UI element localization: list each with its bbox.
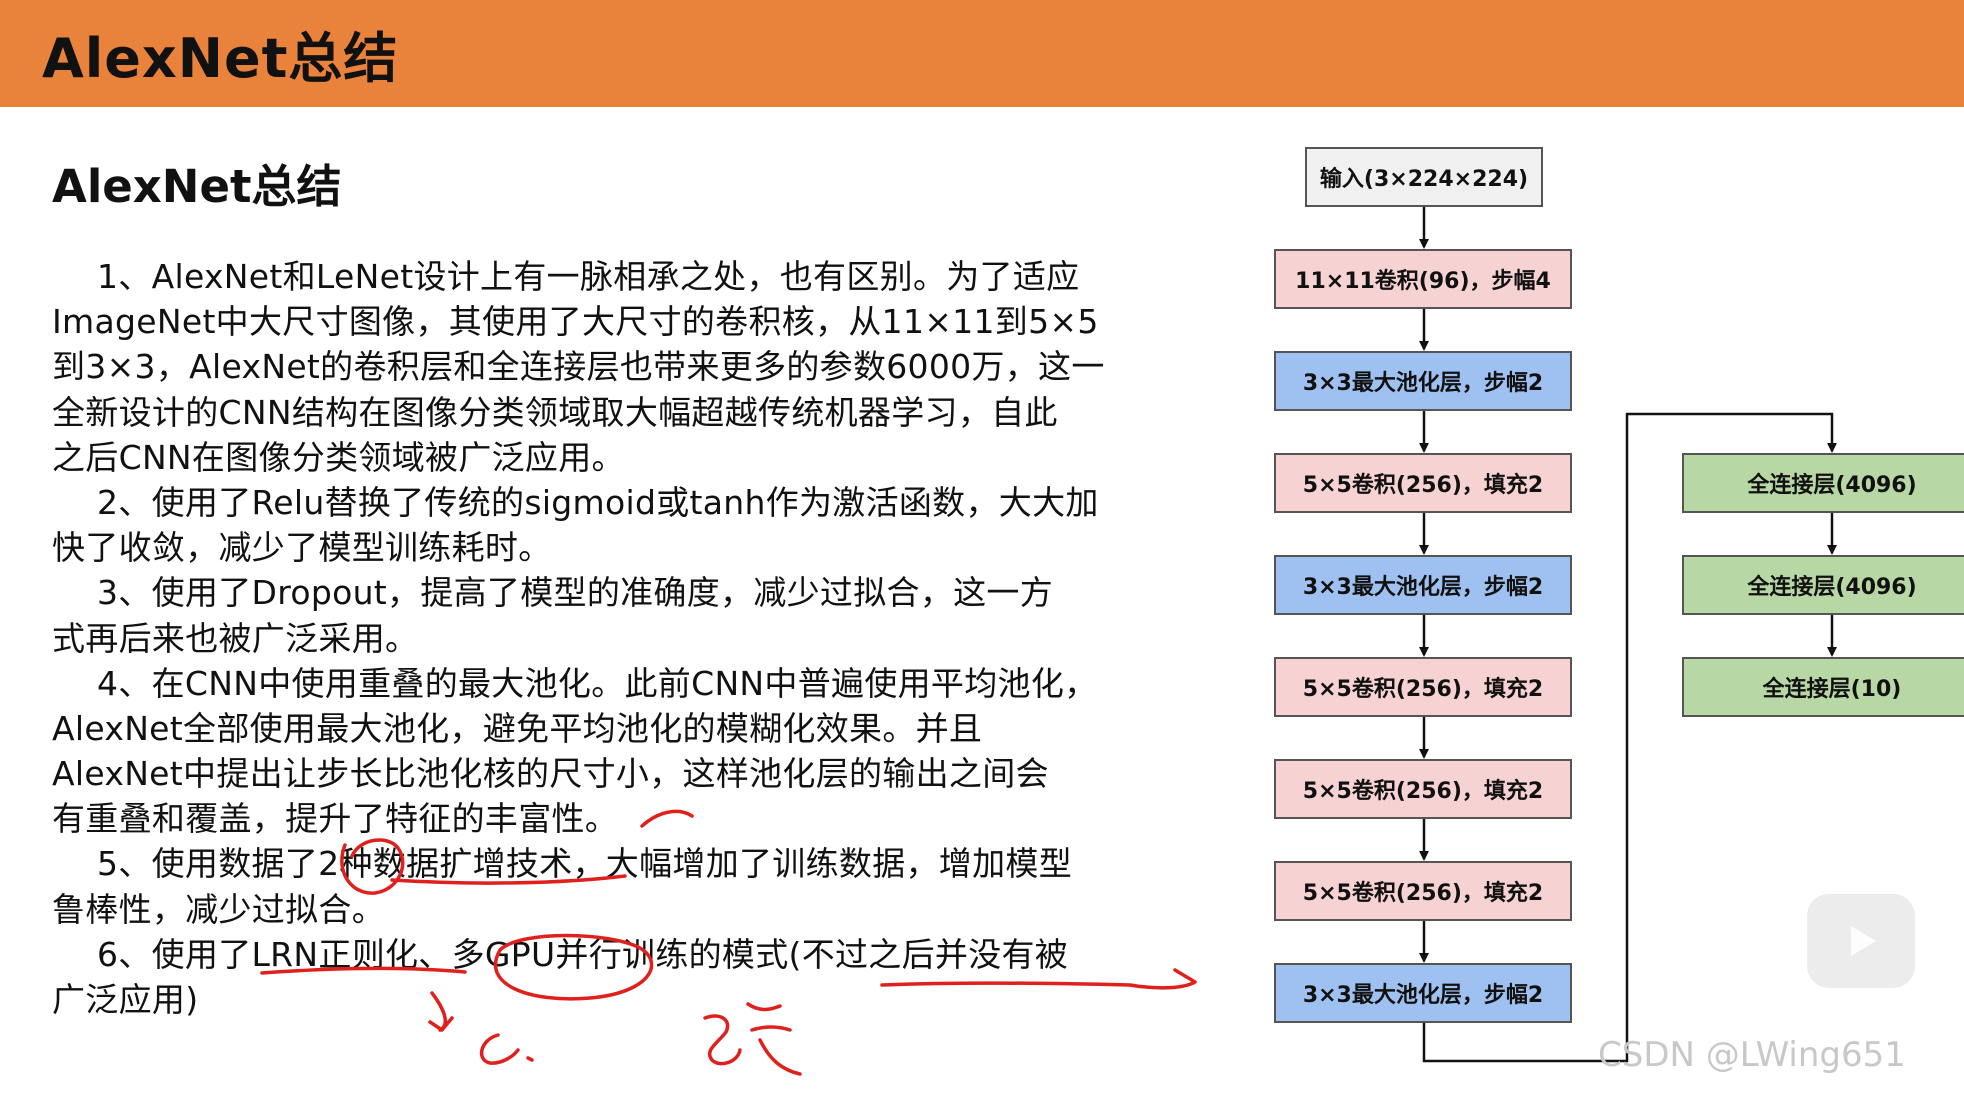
ink-arrow [428,991,454,1032]
play-button-icon[interactable] [1807,894,1915,988]
ink-scribble [479,1033,534,1065]
watermark: CSDN @LWing651 [1598,1035,1906,1075]
ink-underline [640,809,694,828]
ink-annotations [260,809,1197,1076]
play-triangle-icon [1851,926,1876,956]
ink-circle [340,838,405,895]
ink-underline [390,874,627,885]
ink-scribble [703,1002,802,1076]
ink-circle [493,933,654,1001]
diagram-connectors [260,207,1837,1076]
ink-underline [260,966,467,975]
diagram-connector [1422,412,1837,1063]
ink-underline [880,968,1197,990]
